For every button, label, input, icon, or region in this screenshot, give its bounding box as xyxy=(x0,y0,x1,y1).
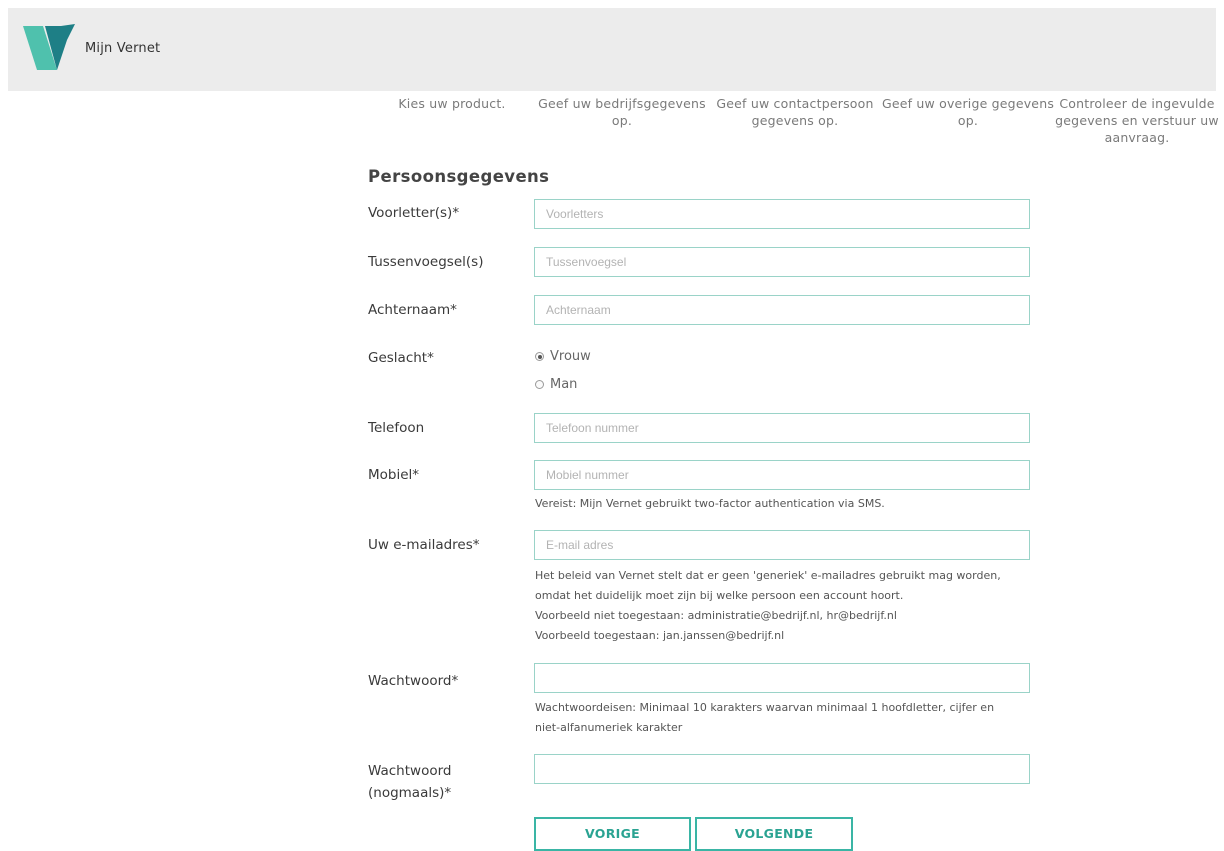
mobiel-help: Vereist: Mijn Vernet gebruikt two-factor… xyxy=(535,497,885,510)
vernet-logo-icon[interactable] xyxy=(23,24,77,72)
achternaam-input[interactable] xyxy=(534,295,1030,325)
email-help-line: Het beleid van Vernet stelt dat er geen … xyxy=(535,569,1001,582)
step-contact: Geef uw contactpersoon gegevens op. xyxy=(716,96,874,128)
email-input[interactable] xyxy=(534,530,1030,560)
tussenvoegsel-input[interactable] xyxy=(534,247,1030,277)
radio-vrouw[interactable] xyxy=(535,352,544,361)
top-bar: Mijn Vernet xyxy=(8,8,1216,91)
wachtwoord-confirm-label: Wachtwoord (nogmaals)* xyxy=(368,760,451,804)
mobiel-label: Mobiel* xyxy=(368,467,420,483)
tussenvoegsel-label: Tussenvoegsel(s) xyxy=(368,254,484,270)
wachtwoord-help-line: Wachtwoordeisen: Minimaal 10 karakters w… xyxy=(535,701,995,714)
step-company: Geef uw bedrijfsgegevens op. xyxy=(538,96,706,128)
voorletters-label: Voorletter(s)* xyxy=(368,205,460,221)
step-product: Kies uw product. xyxy=(398,96,506,111)
telefoon-input[interactable] xyxy=(534,413,1030,443)
wachtwoord-confirm-input[interactable] xyxy=(534,754,1030,784)
radio-vrouw-label[interactable]: Vrouw xyxy=(550,349,591,364)
telefoon-label: Telefoon xyxy=(368,420,425,436)
wachtwoord-confirm-label-line2: (nogmaals)* xyxy=(368,785,452,801)
email-help-line: Voorbeeld toegestaan: jan.janssen@bedrij… xyxy=(535,629,785,642)
email-help-line: Voorbeeld niet toegestaan: administratie… xyxy=(535,609,897,622)
section-title: Persoonsgegevens xyxy=(368,167,550,186)
email-help-line: omdat het duidelijk moet zijn bij welke … xyxy=(535,589,904,602)
wizard-steps: Kies uw product. Geef uw bedrijfsgegeven… xyxy=(0,95,1224,155)
email-label: Uw e-mailadres* xyxy=(368,537,480,553)
wachtwoord-confirm-label-line1: Wachtwoord xyxy=(368,763,452,779)
radio-man[interactable] xyxy=(535,380,544,389)
email-help: Het beleid van Vernet stelt dat er geen … xyxy=(535,566,1001,646)
radio-man-label[interactable]: Man xyxy=(550,377,577,392)
step-other: Geef uw overige gegevens op. xyxy=(881,96,1055,128)
achternaam-label: Achternaam* xyxy=(368,302,457,318)
voorletters-input[interactable] xyxy=(534,199,1030,229)
geslacht-label: Geslacht* xyxy=(368,350,434,366)
radio-option-vrouw[interactable]: Vrouw xyxy=(535,349,591,364)
brand-name[interactable]: Mijn Vernet xyxy=(85,41,160,56)
wachtwoord-label: Wachtwoord* xyxy=(368,673,459,689)
mobiel-input[interactable] xyxy=(534,460,1030,490)
wachtwoord-help: Wachtwoordeisen: Minimaal 10 karakters w… xyxy=(535,698,994,738)
wachtwoord-input[interactable] xyxy=(534,663,1030,693)
radio-option-man[interactable]: Man xyxy=(535,377,577,392)
wachtwoord-help-line: niet-alfanumeriek karakter xyxy=(535,721,683,734)
step-verify: Controleer de ingevulde gegevens en vers… xyxy=(1055,96,1219,145)
